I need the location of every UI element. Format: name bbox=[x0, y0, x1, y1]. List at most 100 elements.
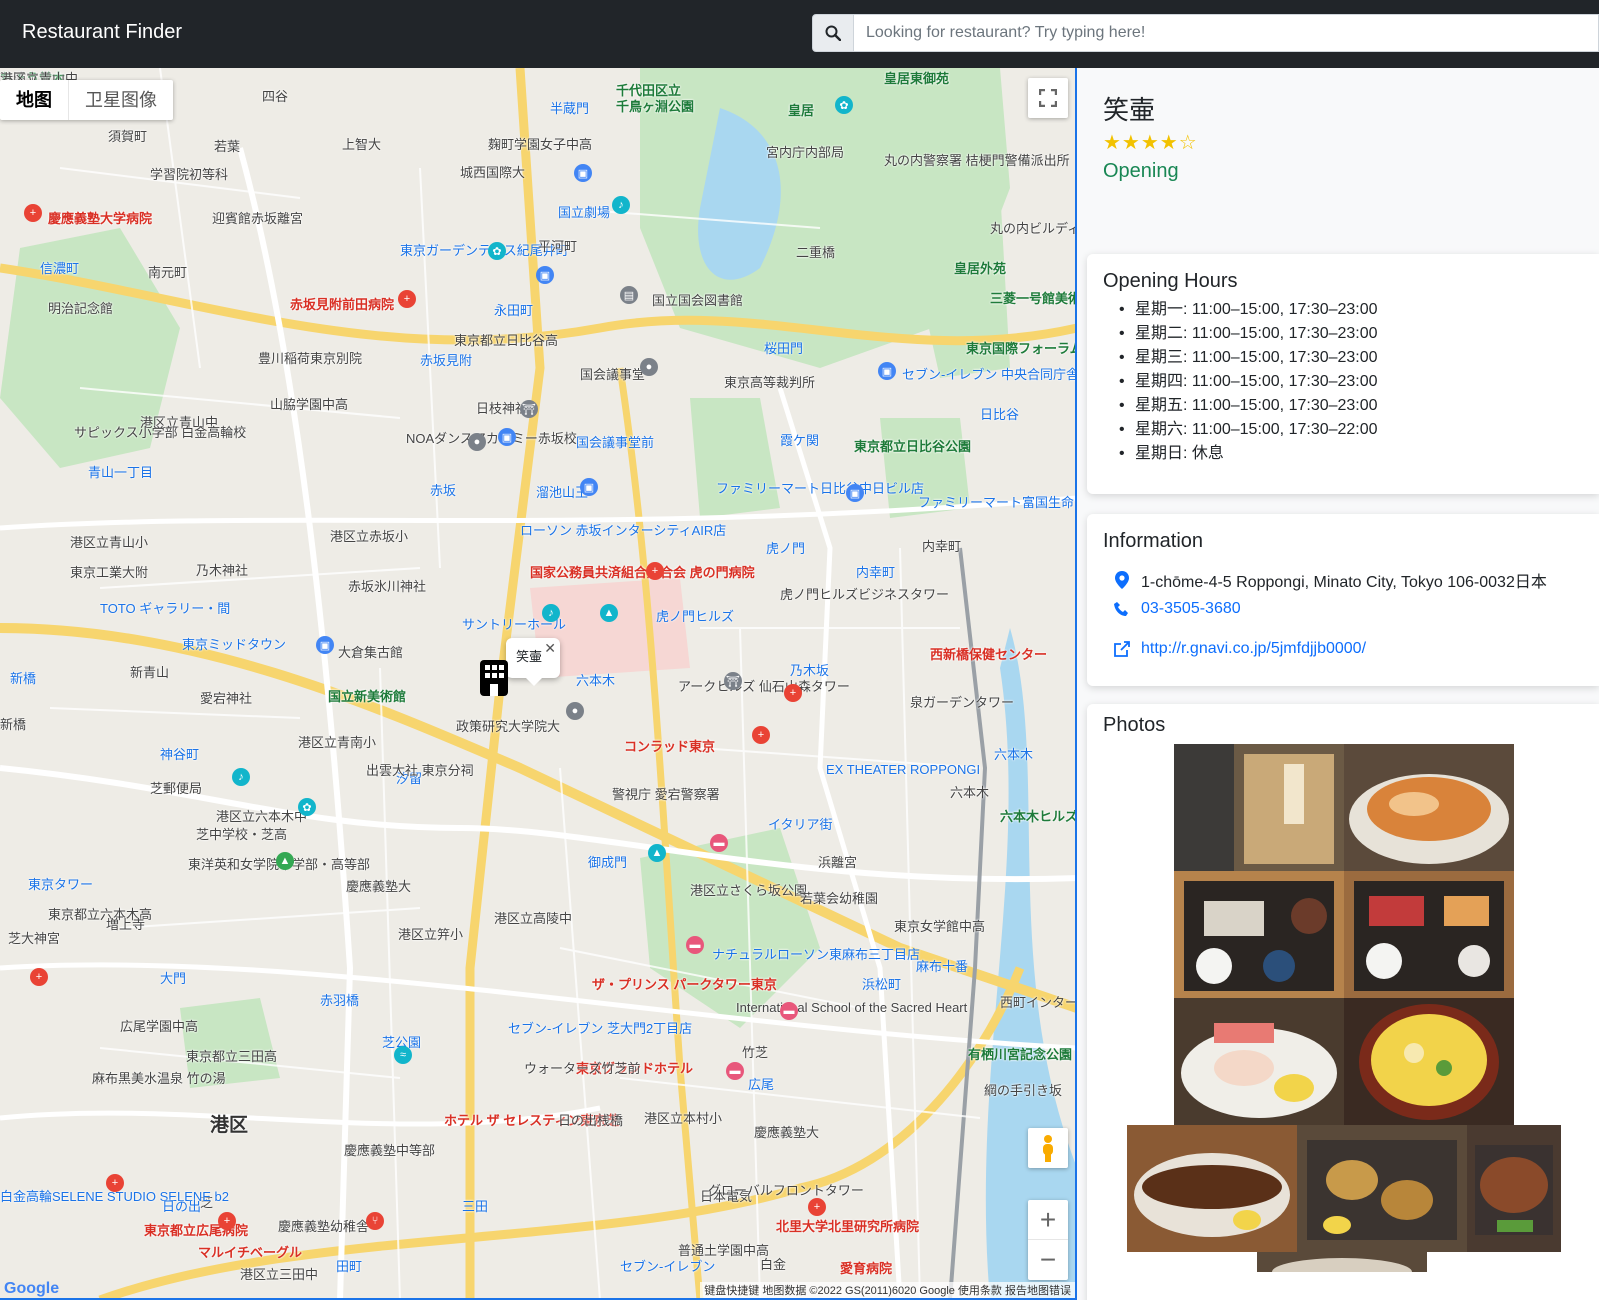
website-row: http://r.gnavi.co.jp/5jmfdjjb0000/ bbox=[1113, 640, 1366, 658]
zoom-control: + − bbox=[1028, 1200, 1068, 1280]
map-label: ザ・プリンス パークタワー東京 bbox=[592, 977, 777, 992]
photo-grilled-fish[interactable] bbox=[1344, 744, 1514, 871]
map-type-roadmap[interactable]: 地图 bbox=[0, 80, 68, 120]
photo-oyakodon[interactable] bbox=[1344, 998, 1514, 1125]
map-label: 乃木神社 bbox=[196, 563, 249, 578]
map-label: 増上寺 bbox=[106, 917, 146, 932]
map-label: 広尾学園中高 bbox=[120, 1019, 199, 1034]
map-label: 東京都立日比谷公園 bbox=[854, 439, 972, 454]
map-label: 港区立青南小 bbox=[298, 735, 377, 750]
marker-info-window[interactable]: 笑壷 ✕ bbox=[506, 638, 560, 686]
information-title: Information bbox=[1103, 530, 1204, 552]
detail-panel: 笑壷 ★★★★☆ Opening Opening Hours 星期一: 11:0… bbox=[1079, 68, 1599, 1300]
map-label: International School of the Sacred Heart bbox=[736, 1000, 968, 1015]
map-label: 信濃町 bbox=[40, 261, 80, 276]
phone-link[interactable]: 03-3505-3680 bbox=[1141, 600, 1241, 618]
external-link-icon bbox=[1113, 640, 1131, 658]
shop-icon: ▣ bbox=[536, 266, 554, 284]
map-label: 新橋 bbox=[10, 671, 37, 686]
tower-icon: ▲ bbox=[648, 844, 666, 862]
map-label: 国家公務員共済組合連合会 虎の門病院 bbox=[530, 565, 755, 580]
map-label: 御成門 bbox=[588, 855, 628, 870]
search-icon bbox=[825, 25, 841, 41]
hospital-icon: + bbox=[30, 968, 48, 986]
zoom-in-button[interactable]: + bbox=[1028, 1200, 1068, 1240]
map-label: 赤坂氷川神社 bbox=[348, 579, 427, 594]
map-label: 豊川稲荷東京別院 bbox=[258, 351, 363, 366]
map-label: 皇居 bbox=[788, 103, 815, 118]
map-label: 若葉 bbox=[214, 139, 241, 154]
map-label: 皇居外苑 bbox=[954, 261, 1007, 276]
close-icon[interactable]: ✕ bbox=[544, 640, 556, 657]
photo-grilled-fish-2[interactable] bbox=[1127, 1125, 1297, 1252]
photo-grilled-meat[interactable] bbox=[1467, 1125, 1561, 1252]
hotel-icon: ▬ bbox=[710, 834, 728, 852]
map-label: アークヒルズ 仙石山森タワー bbox=[678, 679, 850, 694]
map-label: 永田町 bbox=[494, 303, 534, 318]
search-button[interactable] bbox=[812, 14, 854, 52]
map-label: 愛宕神社 bbox=[200, 691, 253, 706]
street-view-button[interactable] bbox=[1028, 1128, 1068, 1168]
photo-sashimi[interactable] bbox=[1174, 998, 1344, 1125]
pegman-icon bbox=[1043, 1135, 1053, 1162]
photos-card: Photos bbox=[1087, 704, 1599, 1300]
map-label: 六本木 bbox=[994, 747, 1034, 762]
map-label: 国会議事堂 bbox=[580, 367, 646, 382]
map-label: 麻布黒美水温泉 竹の湯 bbox=[92, 1071, 226, 1086]
map-label: 東京都立日比谷高 bbox=[454, 333, 559, 348]
photo-set-meal-2[interactable] bbox=[1344, 871, 1514, 998]
website-link[interactable]: http://r.gnavi.co.jp/5jmfdjjb0000/ bbox=[1141, 640, 1366, 658]
map-label: 丸の内ビルディング bbox=[990, 221, 1075, 236]
status-badge: Opening bbox=[1103, 160, 1179, 182]
google-logo[interactable]: Google bbox=[4, 1280, 59, 1298]
fullscreen-button[interactable] bbox=[1028, 78, 1068, 118]
search-input[interactable] bbox=[854, 14, 1599, 52]
restaurant-marker-icon[interactable] bbox=[480, 660, 508, 696]
map-label: 国立劇場 bbox=[558, 205, 611, 220]
zoom-out-button[interactable]: − bbox=[1028, 1240, 1068, 1280]
photo-fried-oysters[interactable] bbox=[1297, 1125, 1467, 1252]
map-label: 国立国会図書館 bbox=[652, 293, 744, 308]
place-icon: ● bbox=[468, 433, 486, 451]
music-icon: ♪ bbox=[542, 604, 560, 622]
map-label: 港区立六本木中 bbox=[216, 809, 308, 824]
map-label: 南元町 bbox=[148, 265, 188, 280]
library-icon: ▤ bbox=[620, 286, 638, 304]
map-label: 内幸町 bbox=[922, 539, 962, 554]
map-label: 泉ガーデンタワー bbox=[910, 695, 1015, 710]
photo-interior[interactable] bbox=[1174, 744, 1344, 871]
map-view[interactable]: 千代田区立 千鳥ヶ淵公園 皇居東御苑 皇居 半蔵門 四谷 須賀町 上智大 若葉 麹町学園女子中高宮… bbox=[0, 68, 1077, 1300]
photo-set-meal-1[interactable] bbox=[1174, 871, 1344, 998]
map-label: 港区立三田中 bbox=[240, 1267, 319, 1282]
map-label: セブン-イレブン 芝大門2丁目店 bbox=[508, 1021, 693, 1036]
photo-partial[interactable] bbox=[1257, 1252, 1427, 1272]
fullscreen-icon bbox=[1039, 89, 1057, 107]
map-label: 日の出 bbox=[162, 1199, 202, 1214]
map-attribution[interactable]: 键盘快捷键 地图数据 ©2022 GS(2011)6020 Google 使用条… bbox=[700, 1282, 1075, 1298]
map-label: 四谷 bbox=[262, 89, 289, 104]
map-label: 内幸町 bbox=[856, 565, 896, 580]
map-label: 慶應義塾幼稚舎 bbox=[278, 1219, 370, 1234]
opening-hours-card: Opening Hours 星期一: 11:00–15:00, 17:30–23… bbox=[1087, 254, 1599, 494]
map-type-satellite[interactable]: 卫星图像 bbox=[68, 80, 173, 120]
map-label: 須賀町 bbox=[108, 129, 148, 144]
brand-title[interactable]: Restaurant Finder bbox=[22, 21, 182, 44]
map-label: 神谷町 bbox=[160, 747, 200, 762]
map-label: 西新橋保健センター bbox=[930, 647, 1048, 662]
map-label: 麹町学園女子中高 bbox=[488, 137, 593, 152]
map-label: 新青山 bbox=[130, 665, 170, 680]
map-label: 政策研究大学院大 bbox=[456, 719, 561, 734]
hotel-icon: ▬ bbox=[726, 1062, 744, 1080]
map-label: 東京国際フォーラム bbox=[966, 341, 1077, 356]
map-label: 皇居東御苑 bbox=[884, 71, 950, 86]
location-pin-icon bbox=[1113, 571, 1131, 589]
hospital-icon: + bbox=[808, 1198, 826, 1216]
hospital-icon: + bbox=[398, 290, 416, 308]
map-label: 港区立笄小 bbox=[398, 927, 464, 942]
map-label: 赤羽橋 bbox=[320, 993, 360, 1008]
map-label: TOTO ギャラリー・間 bbox=[100, 601, 231, 616]
address-row: 1-chōme-4-5 Roppongi, Minato City, Tokyo… bbox=[1113, 568, 1547, 592]
hospital-icon: + bbox=[24, 204, 42, 222]
map-label: 明治記念館 bbox=[48, 301, 114, 316]
phone-row: 03-3505-3680 bbox=[1113, 600, 1241, 618]
